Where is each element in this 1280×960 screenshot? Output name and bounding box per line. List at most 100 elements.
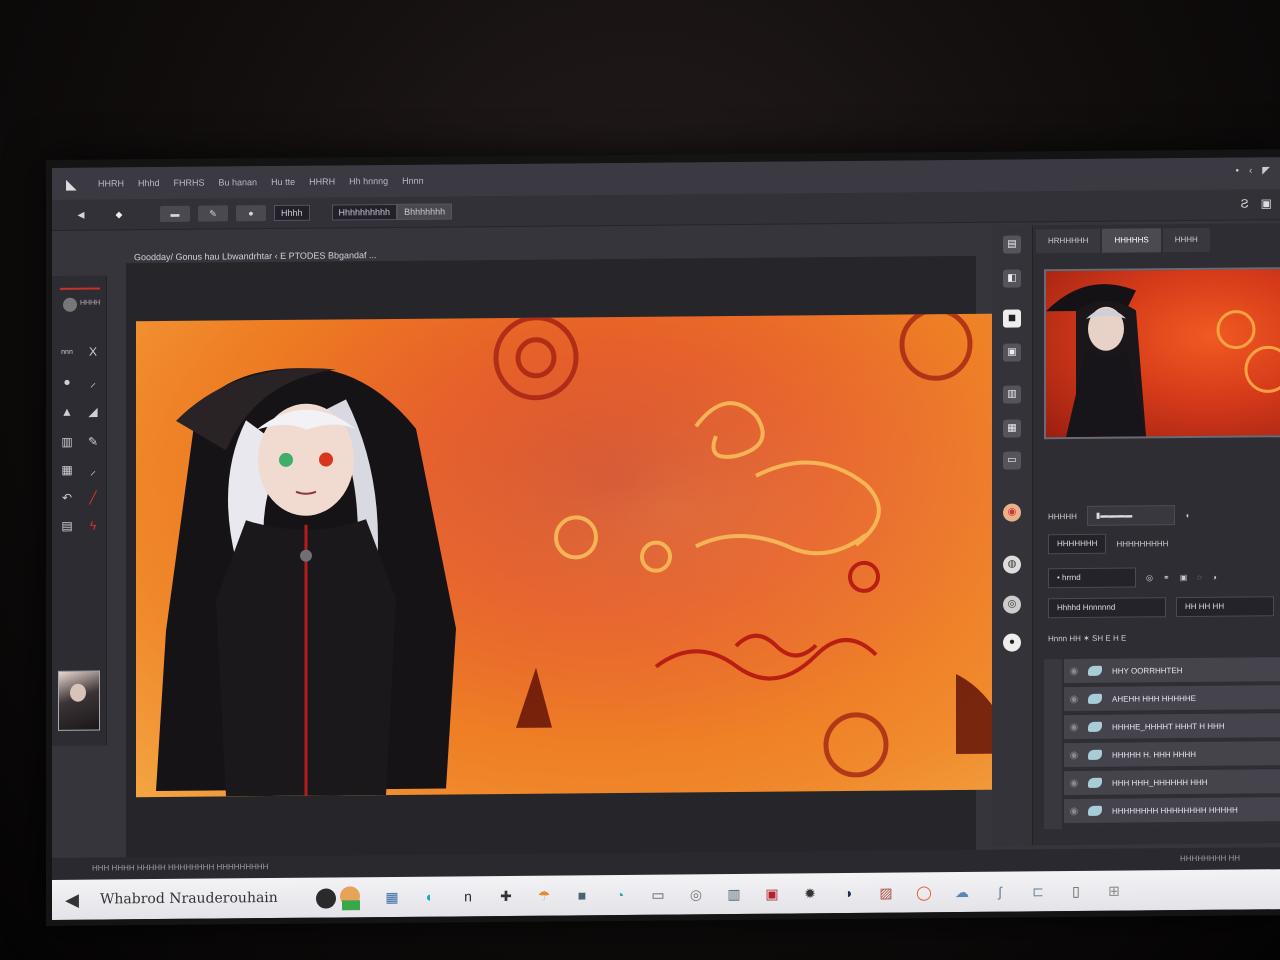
- visibility-icon[interactable]: ◉: [1066, 721, 1082, 732]
- visibility-icon[interactable]: ◉: [1066, 805, 1082, 816]
- menu-item-5[interactable]: Hu tte: [271, 177, 295, 187]
- tool-pen-icon[interactable]: ⸝: [84, 373, 102, 390]
- fill-field[interactable]: HH HH HH: [1176, 596, 1274, 618]
- menu-item-3[interactable]: FHRHS: [174, 178, 205, 188]
- files-icon[interactable]: ▦: [380, 885, 404, 909]
- ring-tool-icon[interactable]: ◎: [1003, 595, 1021, 614]
- tray-icon[interactable]: ⊏: [1026, 879, 1050, 903]
- layer-row[interactable]: ◉ HHHHHHHH HHHHHHHH HHHHH: [1064, 797, 1280, 826]
- adjust-layer-icon[interactable]: ◑: [1212, 572, 1217, 581]
- desktop-icon[interactable]: ▯: [1064, 879, 1088, 903]
- layer-row[interactable]: ◉ HHHHE_HHHHT HHHT H HHH: [1064, 713, 1280, 742]
- media-icon[interactable]: ▣: [760, 882, 784, 906]
- blend-dropdown[interactable]: • hrrnd: [1048, 567, 1136, 589]
- moon-icon[interactable]: ◑: [836, 881, 860, 905]
- circle-app-icon[interactable]: ◎: [684, 882, 708, 906]
- diamond-tool-icon[interactable]: ◆: [104, 206, 134, 222]
- minimize-icon[interactable]: •: [1235, 166, 1239, 177]
- bucket-icon[interactable]: ●: [1003, 633, 1021, 652]
- tool-select[interactable]: nnn: [58, 348, 76, 355]
- tab-navigator[interactable]: HRHHHHH: [1036, 228, 1101, 254]
- toolbar-button-3[interactable]: ●: [236, 205, 266, 222]
- panel-toggle-icon[interactable]: ▣: [1261, 196, 1272, 210]
- history-icon[interactable]: ▤: [1003, 235, 1021, 254]
- reference-thumbnail[interactable]: [58, 670, 100, 731]
- frame-icon[interactable]: ▭: [1003, 451, 1021, 470]
- toolbar-field-c[interactable]: Bhhhhhhh: [397, 203, 453, 220]
- pin-icon[interactable]: ☂: [532, 884, 556, 908]
- canvas-area[interactable]: [126, 255, 1016, 864]
- character-sticker-icon[interactable]: [310, 885, 370, 911]
- tab-preview[interactable]: HHHHHS: [1102, 228, 1161, 253]
- tool-grid-icon[interactable]: ▦: [58, 463, 76, 477]
- start-icon[interactable]: ◀: [52, 889, 92, 910]
- close-icon[interactable]: ◤: [1262, 165, 1270, 176]
- lock-icon[interactable]: ◎: [1146, 573, 1153, 582]
- tool-warp-icon[interactable]: ϟ: [84, 519, 102, 533]
- back-arrow-icon[interactable]: ◀: [66, 207, 96, 223]
- visibility-icon[interactable]: ◉: [1066, 665, 1082, 676]
- visibility-icon[interactable]: ◉: [1066, 693, 1082, 704]
- brush-settings-icon[interactable]: Ƨ: [1241, 197, 1249, 211]
- hook-icon[interactable]: ʃ: [988, 880, 1012, 904]
- edge-icon[interactable]: ◐: [418, 885, 442, 909]
- computer-icon[interactable]: ▥: [722, 882, 746, 906]
- navigator-preview[interactable]: [1044, 267, 1280, 440]
- color-wheel-icon[interactable]: ◉: [1003, 503, 1021, 522]
- menu-item-6[interactable]: HHRH: [309, 176, 335, 186]
- menu-item-7[interactable]: Hh hnnng: [349, 176, 388, 186]
- document-icon[interactable]: ◼: [1003, 309, 1021, 328]
- color-swatch[interactable]: HHHH: [60, 287, 100, 316]
- tool-line-icon[interactable]: ╱: [84, 491, 102, 505]
- slider-field[interactable]: ▮▬▬▬▬: [1086, 505, 1175, 526]
- adjust-icon[interactable]: ◧: [1003, 269, 1021, 288]
- slider-knob-icon[interactable]: ◖: [1185, 511, 1190, 520]
- fx-icon[interactable]: ◌: [1197, 572, 1202, 581]
- photos-icon[interactable]: ▨: [874, 881, 898, 905]
- n-app-icon[interactable]: n: [456, 884, 480, 908]
- tool-layers-icon[interactable]: ▥: [58, 435, 76, 449]
- visibility-icon[interactable]: ◉: [1066, 777, 1082, 788]
- visibility-icon[interactable]: ◉: [1066, 749, 1082, 760]
- row2-label[interactable]: HHHHHHH: [1048, 533, 1107, 555]
- tool-undo-icon[interactable]: ↶: [58, 491, 76, 505]
- layer-row[interactable]: ◉ HHH HHH_HHHHHH HHH: [1064, 769, 1280, 798]
- toolbar-button-2[interactable]: ✎: [198, 205, 228, 222]
- restore-icon[interactable]: ‹: [1249, 165, 1252, 176]
- globe-icon[interactable]: ◍: [1003, 555, 1021, 574]
- mask-icon[interactable]: ▣: [1180, 573, 1188, 582]
- layer-row[interactable]: ◉ AHEHH HHH HHHHHE: [1064, 685, 1280, 714]
- tool-smudge-icon[interactable]: ⸝: [84, 461, 102, 478]
- layer-thumbnail: [1088, 777, 1102, 788]
- artwork[interactable]: [136, 313, 1016, 798]
- window-icon[interactable]: ▭: [646, 883, 670, 907]
- square-app-icon[interactable]: ■: [570, 883, 594, 907]
- opacity-field[interactable]: Hhhhd Hnnnnnd: [1048, 597, 1166, 619]
- tab-info[interactable]: HHHH: [1162, 227, 1210, 253]
- layer-row[interactable]: ◉ HHY OORRHHTEH: [1064, 657, 1280, 686]
- tool-cross-icon[interactable]: X: [84, 345, 102, 359]
- paste-icon[interactable]: ▦: [1003, 419, 1021, 438]
- puzzle-icon[interactable]: ✚: [494, 884, 518, 908]
- toolbar-field-b[interactable]: Hhhhhhhhhh: [331, 203, 398, 221]
- menu-item-8[interactable]: Hnnn: [402, 176, 424, 186]
- layer-row[interactable]: ◉ HHHHH H. HHH HHHH: [1064, 741, 1280, 770]
- ring-icon[interactable]: ◯: [912, 880, 936, 904]
- toolbar-field-a[interactable]: Hhhh: [274, 204, 310, 222]
- tool-fill-icon[interactable]: ●: [58, 375, 76, 389]
- grid-icon[interactable]: ⊞: [1102, 879, 1126, 903]
- tool-stack-icon[interactable]: ▤: [58, 519, 76, 533]
- tool-brush-icon[interactable]: ✎: [84, 435, 102, 449]
- chrome-icon[interactable]: ◔: [608, 883, 632, 907]
- copy-icon[interactable]: ▥: [1003, 385, 1021, 404]
- menu-item-4[interactable]: Bu hanan: [219, 177, 258, 187]
- tool-gradient-icon[interactable]: ◢: [84, 405, 102, 419]
- link-icon[interactable]: ⚭: [1163, 573, 1170, 582]
- menu-item-1[interactable]: HHRH: [98, 178, 124, 188]
- toolbar-button-1[interactable]: ▬: [160, 205, 190, 223]
- menu-item-2[interactable]: Hhhd: [138, 178, 160, 188]
- image-icon[interactable]: ▣: [1003, 343, 1021, 362]
- tool-shape-icon[interactable]: ▲: [58, 405, 76, 419]
- settings-icon[interactable]: ✹: [798, 881, 822, 905]
- cloud-icon[interactable]: ☁: [950, 880, 974, 904]
